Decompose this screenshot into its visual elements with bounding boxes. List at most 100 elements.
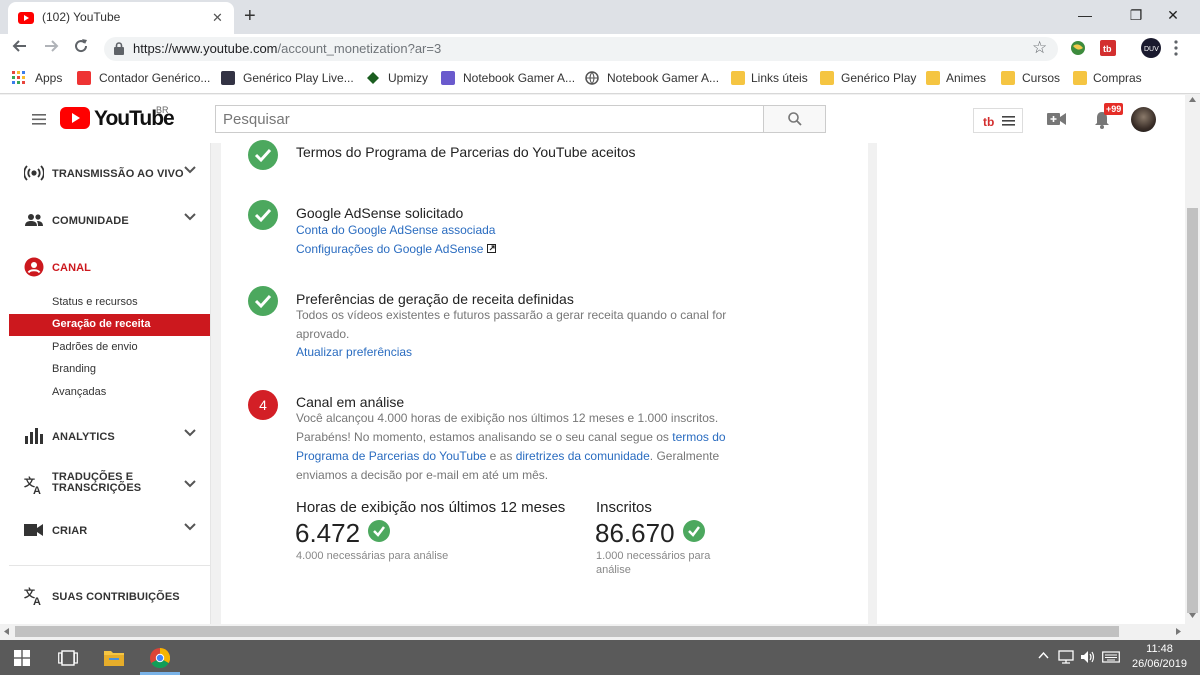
sidebar-item-analytics[interactable]: ANALYTICS: [0, 416, 210, 456]
bookmark-notebook-1[interactable]: Notebook Gamer A...: [463, 71, 575, 85]
sidebar-item-translations[interactable]: 文A TRADUÇÕES E TRANSCRIÇÕES: [0, 463, 210, 505]
youtube-logo-icon[interactable]: [60, 107, 90, 129]
youtube-header: YouTube BR Pesquisar tb +99: [0, 95, 1185, 143]
tubebuddy-extension-icon[interactable]: tb: [1100, 40, 1116, 56]
adsense-settings-link[interactable]: Configurações do Google AdSense: [296, 242, 483, 256]
browser-menu-icon[interactable]: [1174, 40, 1178, 56]
upmizy-icon: [366, 71, 380, 85]
search-button[interactable]: [763, 105, 826, 133]
forward-arrow-icon[interactable]: [43, 38, 59, 54]
clock-time[interactable]: 11:48: [1132, 643, 1187, 655]
horizontal-scrollbar[interactable]: [0, 624, 1200, 639]
bookmark-contador[interactable]: Contador Genérico...: [99, 71, 210, 85]
network-icon[interactable]: [1058, 650, 1074, 664]
hamburger-menu-icon[interactable]: [32, 114, 46, 125]
tubebuddy-menu-button[interactable]: tb: [973, 108, 1023, 133]
minimize-button[interactable]: —: [1062, 4, 1108, 28]
check-icon: [368, 520, 390, 542]
bookmark-apps[interactable]: Apps: [35, 71, 62, 85]
scroll-up-arrow-icon[interactable]: [1189, 97, 1196, 102]
watch-hours-note: 4.000 necessárias para análise: [296, 550, 449, 562]
tab-close-icon[interactable]: ✕: [212, 10, 223, 26]
search-input[interactable]: Pesquisar: [215, 105, 764, 133]
back-arrow-icon[interactable]: [12, 38, 28, 54]
reload-icon[interactable]: [73, 38, 89, 54]
external-link-icon: [487, 244, 496, 253]
scroll-down-arrow-icon[interactable]: [1189, 613, 1196, 618]
account-avatar[interactable]: [1131, 107, 1156, 132]
file-explorer-icon[interactable]: [104, 649, 124, 666]
sidebar-item-live[interactable]: TRANSMISSÃO AO VIVO: [0, 153, 210, 193]
sidebar-item-label: TRANSMISSÃO AO VIVO: [52, 168, 184, 180]
clock-date[interactable]: 26/06/2019: [1130, 658, 1189, 670]
task-view-icon[interactable]: [58, 650, 78, 666]
bookmark-animes[interactable]: Animes: [946, 71, 986, 85]
scroll-right-arrow-icon[interactable]: [1176, 628, 1181, 635]
sidebar-item-channel[interactable]: CANAL: [0, 247, 210, 287]
sidebar-item-community[interactable]: COMUNIDADE: [0, 200, 210, 240]
search-icon: [788, 112, 802, 126]
browser-tab[interactable]: (102) YouTube ✕: [8, 2, 234, 34]
step4-number: 4: [248, 390, 278, 420]
svg-text:DUV: DUV: [1144, 46, 1159, 53]
chevron-down-icon: [184, 480, 196, 488]
red-counter-icon: [77, 71, 91, 85]
partner-program-link[interactable]: Programa de Parcerias do YouTube: [296, 449, 486, 463]
country-code: BR: [156, 105, 169, 115]
windows-start-icon[interactable]: [14, 650, 30, 666]
sidebar-sub-status[interactable]: Status e recursos: [52, 296, 138, 308]
step4-line3-end: . Geralmente: [649, 449, 720, 463]
close-window-button[interactable]: ✕: [1150, 4, 1196, 28]
step4-line3: Programa de Parcerias do YouTube e as di…: [296, 447, 719, 466]
partner-terms-link[interactable]: termos do: [672, 430, 725, 444]
contributions-icon: 文A: [24, 586, 44, 606]
sidebar-item-contributions[interactable]: 文A SUAS CONTRIBUIÇÕES: [0, 576, 210, 616]
translate-icon: 文A: [24, 475, 44, 495]
bookmark-generico-play[interactable]: Genérico Play: [841, 71, 916, 85]
phone-icon: [221, 71, 235, 85]
bookmark-links-uteis[interactable]: Links úteis: [751, 71, 808, 85]
chrome-taskbar-icon[interactable]: [150, 648, 170, 668]
scroll-left-arrow-icon[interactable]: [4, 628, 9, 635]
new-tab-button[interactable]: +: [244, 5, 256, 28]
sidebar-sub-advanced[interactable]: Avançadas: [52, 386, 106, 398]
subscribers-label: Inscritos: [596, 499, 652, 516]
vertical-scroll-thumb[interactable]: [1187, 208, 1198, 613]
bookmark-upmizy[interactable]: Upmizy: [388, 71, 428, 85]
volume-icon[interactable]: [1080, 650, 1096, 664]
watch-hours-value: 6.472: [295, 518, 361, 548]
update-preferences-link[interactable]: Atualizar preferências: [296, 345, 412, 359]
address-bar[interactable]: https://www.youtube.com/account_monetiza…: [104, 37, 1058, 61]
bookmark-notebook-2[interactable]: Notebook Gamer A...: [607, 71, 719, 85]
step4-line3-text: e as: [486, 449, 516, 463]
subscribers-note-line2: análise: [596, 564, 631, 576]
url-host: https://www.youtube.com: [133, 41, 278, 56]
folder-icon: [731, 71, 745, 85]
sidebar-sub-branding[interactable]: Branding: [52, 363, 96, 375]
upload-video-icon[interactable]: [1047, 112, 1067, 126]
tray-chevron-up-icon[interactable]: [1038, 652, 1049, 659]
horizontal-scroll-thumb[interactable]: [15, 626, 1119, 637]
analytics-icon: [24, 426, 44, 446]
adsense-account-link[interactable]: Conta do Google AdSense associada: [296, 223, 495, 237]
sidebar-item-create[interactable]: CRIAR: [0, 510, 210, 550]
browser-tab-strip: (102) YouTube ✕ + — ❐ ✕: [0, 0, 1200, 34]
sidebar-item-label: SUAS CONTRIBUIÇÕES: [52, 591, 180, 603]
vertical-scrollbar[interactable]: [1185, 95, 1200, 624]
sidebar-sub-revenue-active[interactable]: Geração de receita: [9, 314, 210, 336]
keyboard-icon[interactable]: [1102, 650, 1120, 664]
extension-globe-icon[interactable]: [1070, 40, 1086, 56]
svg-text:tb: tb: [983, 115, 994, 128]
sidebar-item-label: CANAL: [52, 262, 91, 274]
bookmark-generico-live[interactable]: Genérico Play Live...: [243, 71, 354, 85]
bookmark-compras[interactable]: Compras: [1093, 71, 1142, 85]
profile-avatar-icon[interactable]: DUV: [1141, 38, 1161, 58]
sidebar-sub-upload-defaults[interactable]: Padrões de envio: [52, 341, 138, 353]
url-text: https://www.youtube.com/account_monetiza…: [133, 41, 441, 56]
community-guidelines-link[interactable]: diretrizes da comunidade: [516, 449, 650, 463]
tab-title: (102) YouTube: [42, 10, 121, 24]
avatar-icon: [441, 71, 455, 85]
bookmark-star-icon[interactable]: ☆: [1032, 38, 1047, 58]
bookmark-cursos[interactable]: Cursos: [1022, 71, 1060, 85]
svg-text:A: A: [33, 485, 41, 495]
